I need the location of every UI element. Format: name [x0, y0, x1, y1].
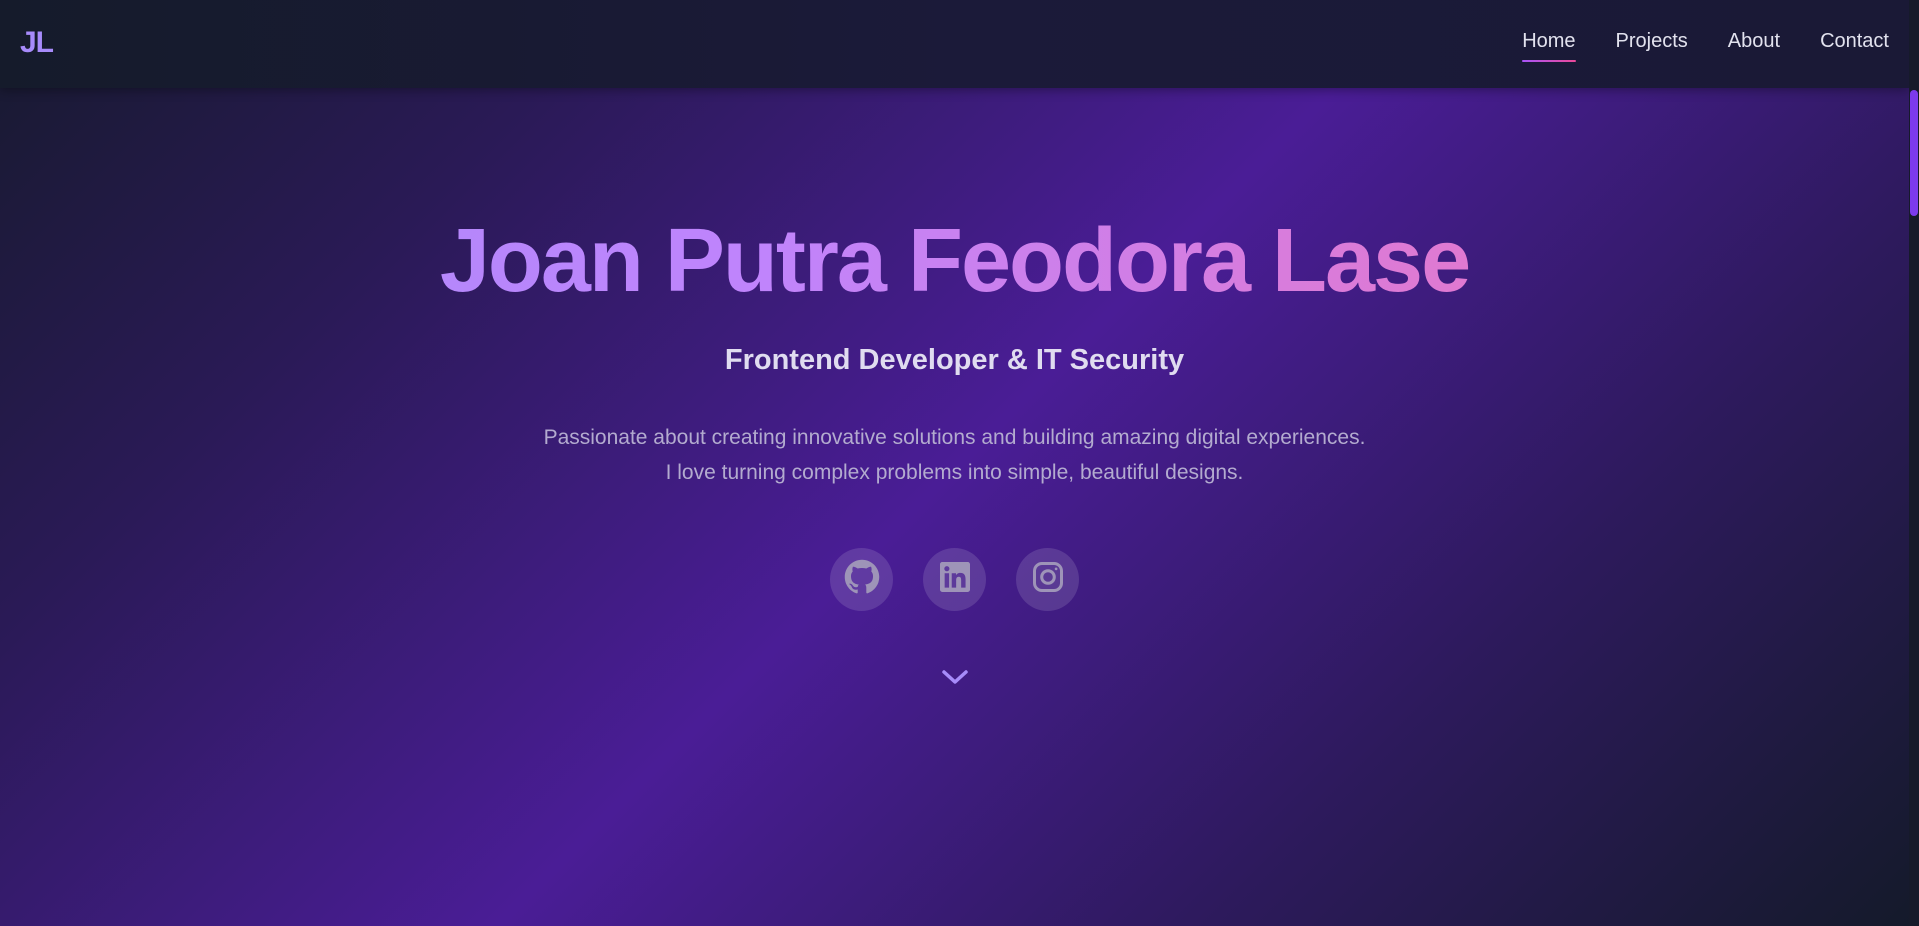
github-button[interactable] [830, 548, 893, 611]
page: JL Home Projects About Contact Joan Putr… [0, 0, 1919, 926]
hero-role: Frontend Developer & IT Security [724, 344, 1185, 376]
logo[interactable]: JL [20, 26, 54, 60]
nav-link-about[interactable]: About [1728, 30, 1780, 53]
instagram-icon [1030, 559, 1066, 600]
nav-link-projects[interactable]: Projects [1616, 30, 1688, 53]
hero-name: Joan Putra Feodora Lase [0, 212, 1909, 311]
social-links [0, 548, 1909, 611]
hero-description: Passionate about creating innovative sol… [543, 426, 1366, 484]
instagram-button[interactable] [1016, 548, 1079, 611]
scrollbar[interactable] [1909, 0, 1919, 926]
navbar: JL Home Projects About Contact [0, 0, 1909, 88]
nav-link-home[interactable]: Home [1522, 30, 1576, 62]
linkedin-button[interactable] [923, 548, 986, 611]
linkedin-icon [937, 559, 973, 600]
hero-section: Joan Putra Feodora Lase Frontend Develop… [0, 88, 1909, 926]
scrollbar-thumb[interactable] [1910, 90, 1918, 216]
scroll-down-button[interactable] [939, 666, 971, 688]
nav-links: Home Projects About Contact [1522, 30, 1889, 62]
github-icon [844, 559, 880, 600]
chevron-down-icon [939, 670, 971, 692]
nav-link-contact[interactable]: Contact [1820, 30, 1889, 53]
